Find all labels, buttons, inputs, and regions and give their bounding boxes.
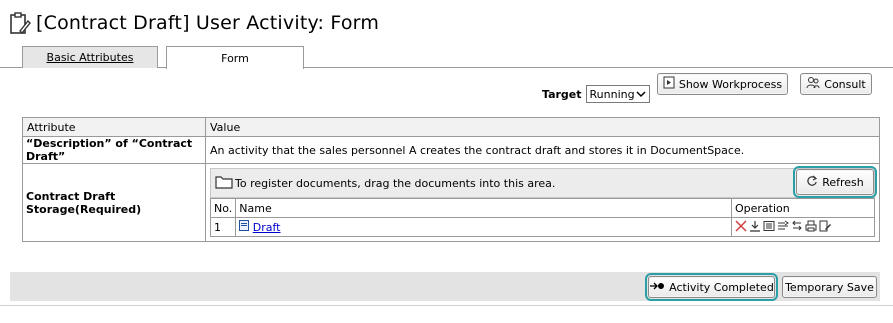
checkin-icon[interactable]: [791, 220, 803, 235]
description-value: An activity that the sales personnel A c…: [205, 136, 880, 164]
page-title: [Contract Draft] User Activity: Form: [36, 12, 380, 34]
target-selected-value: Running: [589, 87, 635, 101]
value-column-header: Value: [205, 117, 880, 137]
refresh-button[interactable]: Refresh: [793, 166, 877, 198]
document-storage-area: To register documents, drag the document…: [205, 163, 880, 242]
folder-icon: [215, 175, 233, 192]
operation-column-header: Operation: [731, 198, 875, 218]
properties-icon[interactable]: [763, 220, 775, 235]
document-file-icon: [239, 220, 253, 234]
attribute-column-header: Attribute: [22, 117, 206, 137]
document-number: 1: [209, 217, 237, 237]
consult-button[interactable]: Consult: [800, 73, 872, 95]
show-workprocess-label: Show Workprocess: [678, 77, 783, 91]
show-workprocess-button[interactable]: Show Workprocess: [657, 73, 788, 95]
drop-hint-text: To register documents, drag the document…: [235, 176, 556, 190]
page-bottom-divider: [0, 305, 893, 306]
temporary-save-button[interactable]: Temporary Save: [782, 276, 877, 298]
no-column-header: No.: [209, 198, 237, 218]
documents-table: No. Name Operation 1 Draft: [209, 198, 875, 237]
document-drop-zone[interactable]: To register documents, drag the document…: [210, 166, 877, 198]
clipboard-pencil-icon: [8, 11, 32, 35]
table-row: “Description” of “Contract Draft” An act…: [22, 136, 880, 164]
document-name-cell: Draft: [235, 217, 732, 237]
target-selector: Target Running: [542, 85, 650, 103]
refresh-icon: [806, 175, 822, 190]
download-icon[interactable]: [749, 220, 761, 235]
attributes-header-row: Attribute Value: [22, 117, 880, 137]
arrow-dot-icon: [649, 281, 669, 294]
documents-header-row: No. Name Operation: [209, 198, 875, 218]
table-row: 1 Draft: [209, 217, 875, 237]
tab-bar: Basic Attributes Form: [22, 46, 304, 69]
activity-completed-label: Activity Completed: [669, 280, 774, 294]
name-column-header: Name: [235, 198, 732, 218]
operations-cell: [731, 217, 875, 237]
chevron-down-icon: [636, 88, 646, 100]
temporary-save-label: Temporary Save: [785, 280, 874, 294]
edit-icon[interactable]: [819, 220, 831, 235]
target-label: Target: [542, 87, 582, 101]
document-link[interactable]: Draft: [253, 221, 281, 234]
checkout-icon[interactable]: [777, 220, 789, 235]
activity-completed-button[interactable]: Activity Completed: [645, 273, 778, 301]
tab-form[interactable]: Form: [166, 46, 304, 69]
page-header: [Contract Draft] User Activity: Form: [8, 10, 379, 36]
tab-basic-attributes-label: Basic Attributes: [46, 51, 134, 64]
delete-icon[interactable]: [735, 219, 747, 235]
tab-basic-attributes[interactable]: Basic Attributes: [22, 46, 158, 68]
consult-users-icon: [806, 76, 824, 92]
storage-attribute-name: Contract Draft Storage(Required): [22, 163, 206, 242]
target-select[interactable]: Running: [585, 85, 650, 103]
tab-form-label: Form: [221, 51, 249, 65]
attributes-table: Attribute Value “Description” of “Contra…: [22, 117, 880, 242]
refresh-label: Refresh: [822, 175, 864, 189]
table-row: Contract Draft Storage(Required) To regi…: [22, 163, 880, 242]
consult-label: Consult: [824, 77, 866, 91]
description-attribute-name: “Description” of “Contract Draft”: [22, 136, 206, 164]
workprocess-icon: [663, 76, 679, 92]
print-icon[interactable]: [805, 220, 817, 235]
